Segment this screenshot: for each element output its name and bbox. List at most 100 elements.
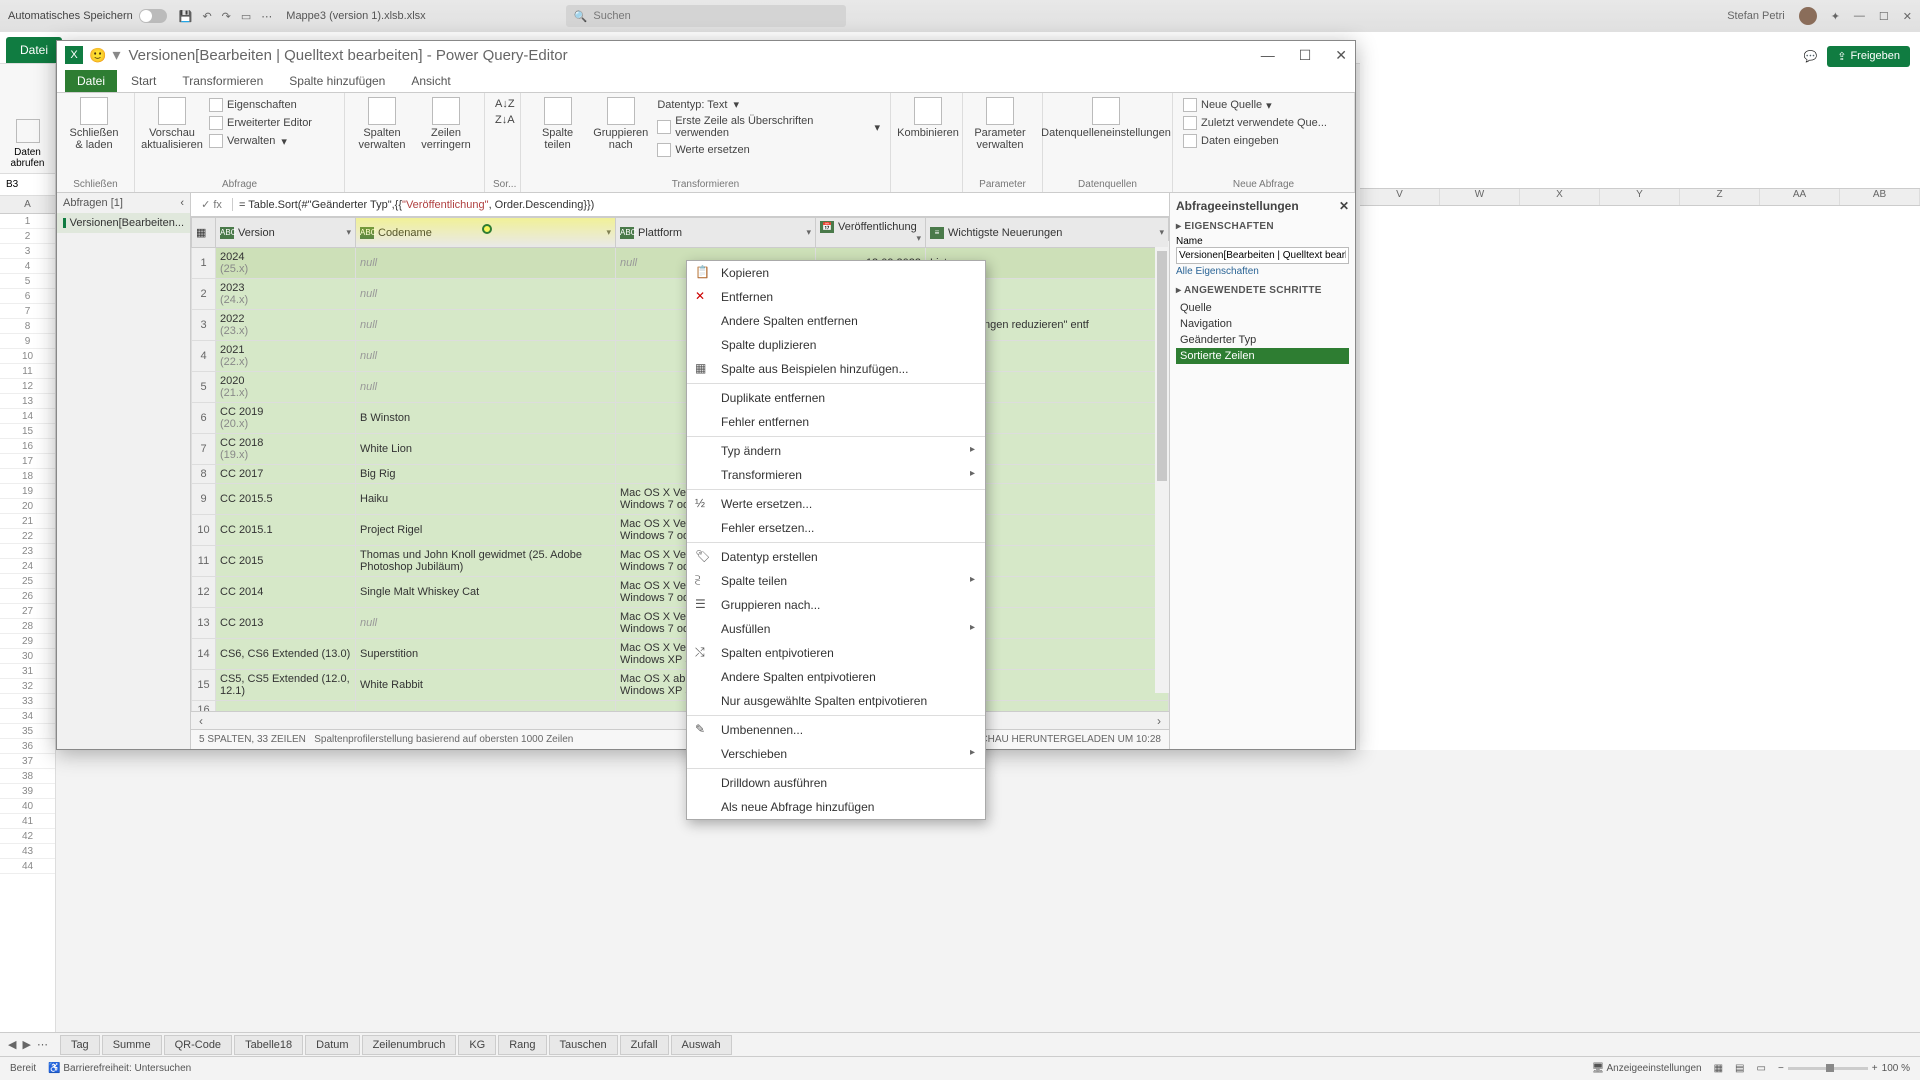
cell-codename[interactable]: null	[356, 248, 616, 279]
row-header[interactable]: 16	[0, 439, 55, 454]
table-row[interactable]: 42021(22.x)null7.2020List	[192, 341, 1169, 372]
table-row[interactable]: 15CS5, CS5 Extended (12.0, 12.1)White Ra…	[192, 670, 1169, 701]
table-row[interactable]: 12024(25.x)nullnull13.09.2023List	[192, 248, 1169, 279]
col-header[interactable]: V	[1360, 189, 1440, 205]
row-header[interactable]: 6	[0, 289, 55, 304]
row-header[interactable]: 11	[0, 364, 55, 379]
cell-version[interactable]: CC 2018(19.x)	[216, 434, 356, 465]
col-header[interactable]: Y	[1600, 189, 1680, 205]
all-properties-link[interactable]: Alle Eigenschaften	[1176, 266, 1349, 277]
ctx-change-type[interactable]: Typ ändern▸	[687, 439, 985, 463]
formula-text[interactable]: = Table.Sort(#"Geänderter Typ",{{"Veröff…	[233, 198, 1169, 211]
col-plattform[interactable]: ABCPlattform▾	[616, 218, 816, 248]
file-tab[interactable]: Datei	[6, 37, 62, 63]
row-header[interactable]: 28	[0, 619, 55, 634]
ctx-as-new-query[interactable]: Als neue Abfrage hinzufügen	[687, 795, 985, 819]
name-box[interactable]: B3	[0, 174, 55, 196]
sheet-nav-next[interactable]: ▶	[22, 1038, 30, 1051]
row-header[interactable]: 12	[0, 379, 55, 394]
cell-version[interactable]: 2021(22.x)	[216, 341, 356, 372]
ctx-copy[interactable]: 📋Kopieren	[687, 261, 985, 285]
row-header[interactable]: 8	[0, 319, 55, 334]
row-header[interactable]: 33	[0, 694, 55, 709]
ctx-create-datatype[interactable]: 🏷Datentyp erstellen	[687, 545, 985, 569]
ctx-remove-duplicates[interactable]: Duplikate entfernen	[687, 386, 985, 410]
cell-version[interactable]: CC 2017	[216, 465, 356, 484]
row-header[interactable]: 19	[0, 484, 55, 499]
toggle-switch[interactable]	[139, 9, 167, 23]
cell-version[interactable]: 2023(24.x)	[216, 279, 356, 310]
first-row-headers-button[interactable]: Erste Zeile als Überschriften verwenden▾	[655, 114, 882, 140]
col-header[interactable]: Z	[1680, 189, 1760, 205]
row-header[interactable]: 3	[0, 244, 55, 259]
table-row[interactable]: 12CC 2014Single Malt Whiskey CatMac OS X…	[192, 577, 1169, 608]
sheet-tab[interactable]: KG	[458, 1035, 496, 1055]
datatype-dropdown[interactable]: Datentyp: Text▾	[655, 97, 882, 112]
row-header[interactable]: 31	[0, 664, 55, 679]
query-item[interactable]: Versionen[Bearbeiten...	[57, 213, 190, 233]
table-row[interactable]: 11CC 2015Thomas und John Knoll gewidmet …	[192, 546, 1169, 577]
tab-transformieren[interactable]: Transformieren	[170, 70, 275, 92]
sort-desc-button[interactable]: Z↓A	[493, 113, 517, 127]
row-header[interactable]: 30	[0, 649, 55, 664]
row-header[interactable]: 29	[0, 634, 55, 649]
view-break-icon[interactable]: ▭	[1757, 1063, 1766, 1074]
tab-datei[interactable]: Datei	[65, 70, 117, 92]
cell-version[interactable]	[216, 701, 356, 711]
dropdown-icon[interactable]: ▾	[112, 45, 120, 65]
table-row[interactable]: 10CC 2015.1Project RigelMac OS X Version…	[192, 515, 1169, 546]
recent-sources-button[interactable]: Zuletzt verwendete Que...	[1181, 115, 1329, 131]
get-data-icon[interactable]	[16, 119, 40, 143]
sheet-tab[interactable]: Tabelle18	[234, 1035, 303, 1055]
more-icon[interactable]: ⋯	[261, 10, 272, 23]
row-header[interactable]: 21	[0, 514, 55, 529]
enter-data-button[interactable]: Daten eingeben	[1181, 133, 1329, 149]
accessibility-status[interactable]: ♿ Barrierefreiheit: Untersuchen	[48, 1063, 191, 1074]
redo-icon[interactable]: ↷	[222, 10, 231, 23]
zoom-control[interactable]: − + 100 %	[1778, 1063, 1910, 1074]
ctx-move[interactable]: Verschieben▸	[687, 742, 985, 766]
cell-codename[interactable]: null	[356, 279, 616, 310]
row-number[interactable]: 11	[192, 546, 216, 577]
table-row[interactable]: 9CC 2015.5HaikuMac OS X VersionWindows 7…	[192, 484, 1169, 515]
cell-codename[interactable]: null	[356, 310, 616, 341]
zoom-out-icon[interactable]: −	[1778, 1063, 1784, 1074]
manage-button[interactable]: Verwalten▾	[207, 133, 314, 149]
close-settings-icon[interactable]: ✕	[1339, 199, 1349, 213]
cell-codename[interactable]: White Lion	[356, 434, 616, 465]
advanced-editor-button[interactable]: Erweiterter Editor	[207, 115, 314, 131]
new-source-button[interactable]: Neue Quelle▾	[1181, 97, 1329, 113]
col-veroeffentlichung[interactable]: 📅Veröffentlichung▾	[816, 218, 926, 248]
row-number[interactable]: 16	[192, 701, 216, 711]
sheet-tab[interactable]: Zufall	[620, 1035, 669, 1055]
cell-version[interactable]: CC 2015.5	[216, 484, 356, 515]
cell-codename[interactable]: null	[356, 372, 616, 403]
row-header[interactable]: 5	[0, 274, 55, 289]
sheet-tab[interactable]: Zeilenumbruch	[362, 1035, 457, 1055]
table-row[interactable]: 32022(23.x)null7.2021"Verwacklungen redu…	[192, 310, 1169, 341]
vertical-scrollbar[interactable]	[1155, 241, 1169, 693]
cell-codename[interactable]: Big Rig	[356, 465, 616, 484]
row-header[interactable]: 20	[0, 499, 55, 514]
pq-maximize-icon[interactable]: ☐	[1299, 47, 1312, 64]
table-row[interactable]: 13CC 2013nullMac OS X VersionWindows 7 o…	[192, 608, 1169, 639]
applied-step[interactable]: Sortierte Zeilen	[1176, 348, 1349, 364]
cell-codename[interactable]	[356, 701, 616, 711]
cell-codename[interactable]: Single Malt Whiskey Cat	[356, 577, 616, 608]
table-row[interactable]: 7CC 2018(19.x)White Lion7.2017	[192, 434, 1169, 465]
zoom-in-icon[interactable]: +	[1872, 1063, 1878, 1074]
tab-start[interactable]: Start	[119, 70, 168, 92]
row-number[interactable]: 5	[192, 372, 216, 403]
row-header[interactable]: 36	[0, 739, 55, 754]
row-header[interactable]: 25	[0, 574, 55, 589]
row-number[interactable]: 6	[192, 403, 216, 434]
ctx-replace-errors[interactable]: Fehler ersetzen...	[687, 516, 985, 540]
row-header[interactable]: 13	[0, 394, 55, 409]
sheet-tab[interactable]: Rang	[498, 1035, 546, 1055]
cell-codename[interactable]: null	[356, 608, 616, 639]
table-row[interactable]: 22023(24.x)null9.2022List	[192, 279, 1169, 310]
col-neuerungen[interactable]: ≡Wichtigste Neuerungen▾	[926, 218, 1169, 248]
row-header[interactable]: 42	[0, 829, 55, 844]
col-header[interactable]: AA	[1760, 189, 1840, 205]
col-version[interactable]: ABCVersion▾	[216, 218, 356, 248]
